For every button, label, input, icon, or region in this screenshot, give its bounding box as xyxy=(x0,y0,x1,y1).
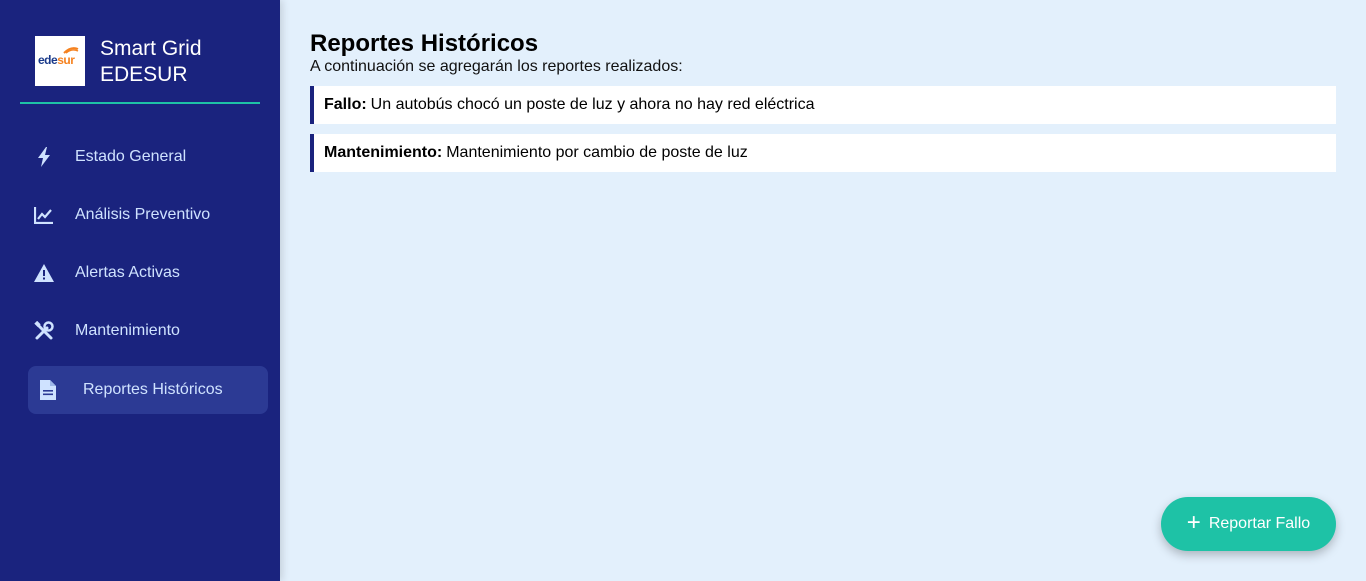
sidebar-item-estado-general[interactable]: Estado General xyxy=(20,133,268,181)
app-title-line2: EDESUR xyxy=(100,63,188,86)
page-subtitle: A continuación se agregarán los reportes… xyxy=(310,58,683,75)
line-chart-icon xyxy=(32,203,56,227)
app-title-line1: Smart Grid xyxy=(100,37,202,60)
page-title: Reportes Históricos xyxy=(310,30,539,57)
document-icon xyxy=(36,378,60,402)
brand-header: edesur Smart Grid EDESUR xyxy=(20,28,260,104)
sidebar-item-reportes-historicos[interactable]: Reportes Históricos xyxy=(28,366,268,414)
sidebar-item-label: Estado General xyxy=(75,148,187,165)
sidebar-item-label: Reportes Históricos xyxy=(83,381,223,398)
app-title: Smart Grid EDESUR xyxy=(100,36,202,88)
logo-text: edesur xyxy=(38,53,75,67)
bolt-icon xyxy=(32,145,56,169)
warning-icon xyxy=(32,261,56,285)
sidebar-item-label: Análisis Preventivo xyxy=(75,206,211,223)
sidebar-item-alertas-activas[interactable]: Alertas Activas xyxy=(20,249,268,297)
sidebar-item-label: Alertas Activas xyxy=(75,264,180,281)
sidebar-item-analisis-preventivo[interactable]: Análisis Preventivo xyxy=(20,191,268,239)
edesur-logo: edesur xyxy=(35,36,85,86)
report-description: Mantenimiento por cambio de poste de luz xyxy=(446,144,748,161)
report-type: Fallo: xyxy=(324,96,367,113)
report-fault-button[interactable]: + Reportar Fallo xyxy=(1161,497,1336,551)
report-fault-label: Reportar Fallo xyxy=(1208,515,1311,532)
sidebar-item-mantenimiento[interactable]: Mantenimiento xyxy=(20,307,268,355)
plus-icon: + xyxy=(1186,509,1201,536)
report-type: Mantenimiento: xyxy=(324,144,443,161)
report-description: Un autobús chocó un poste de luz y ahora… xyxy=(370,96,815,113)
sidebar-item-label: Mantenimiento xyxy=(75,322,180,339)
tools-icon xyxy=(32,319,56,343)
report-item: Fallo: Un autobús chocó un poste de luz … xyxy=(310,86,1336,124)
report-item: Mantenimiento: Mantenimiento por cambio … xyxy=(310,134,1336,172)
main-content: Reportes Históricos A continuación se ag… xyxy=(310,30,1336,172)
sidebar: edesur Smart Grid EDESUR Estado General … xyxy=(0,0,280,581)
